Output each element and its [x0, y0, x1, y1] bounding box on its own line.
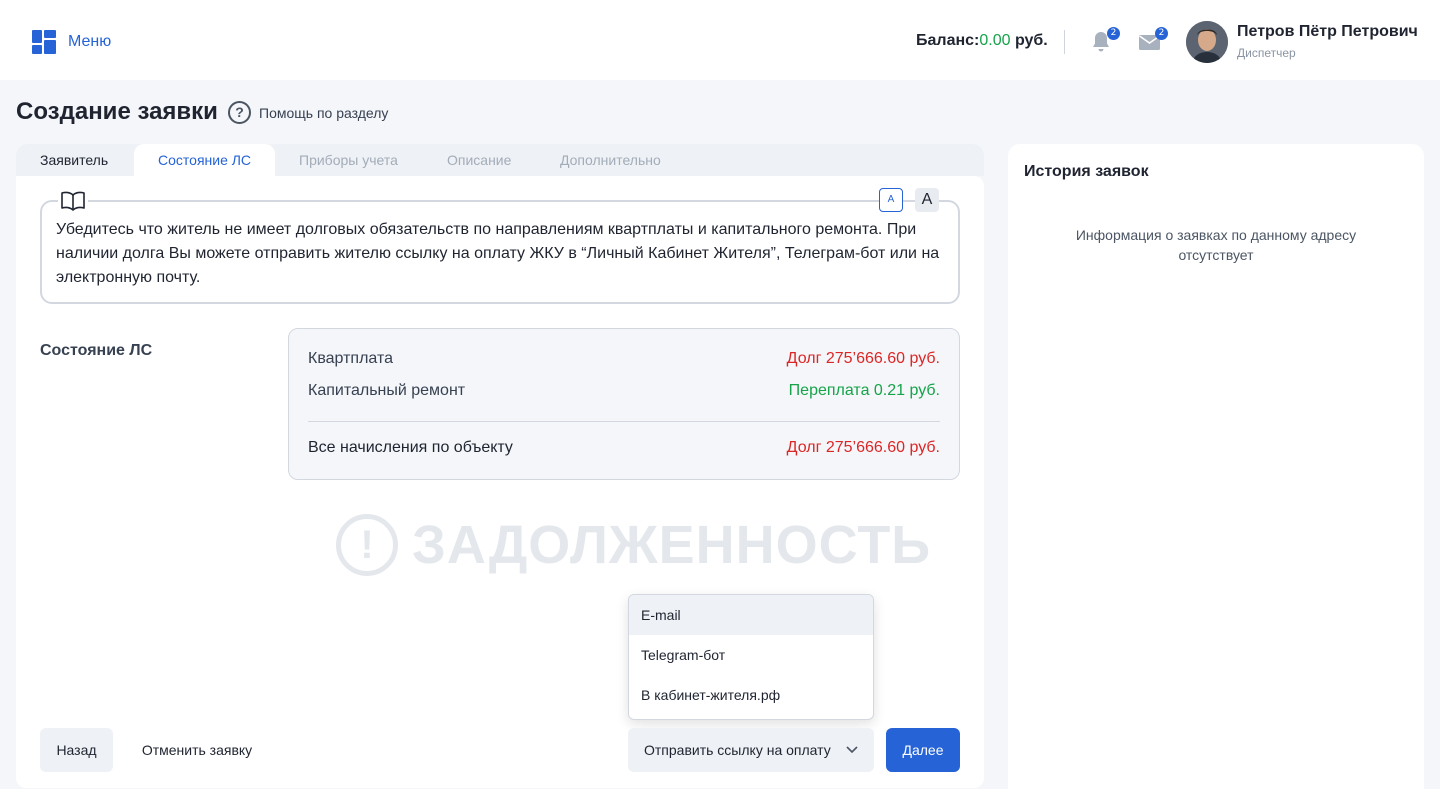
messages-badge: 2 [1155, 27, 1168, 40]
header-divider [1064, 30, 1065, 54]
help-link[interactable]: ? Помощь по разделу [228, 101, 388, 124]
account-divider [308, 421, 940, 422]
history-empty-text: Информация о заявках по данному адресу о… [1075, 227, 1357, 263]
menu-button[interactable]: Меню [32, 30, 111, 54]
tab-meters[interactable]: Приборы учета [275, 144, 422, 176]
notice-text: Убедитесь что житель не имеет долговых о… [56, 221, 940, 286]
account-status-box: Квартплата Долг 275’666.60 руб. Капиталь… [288, 328, 960, 480]
debt-watermark: ! ЗАДОЛЖЕННОСТЬ [336, 514, 931, 576]
tab-additional[interactable]: Дополнительно [536, 144, 685, 176]
cancel-request-button[interactable]: Отменить заявку [129, 728, 265, 772]
page-title: Создание заявки [16, 98, 218, 125]
account-row-value: Переплата 0.21 руб. [788, 382, 940, 399]
user-name: Петров Пётр Петрович [1237, 23, 1418, 40]
notifications-button[interactable]: 2 [1090, 27, 1120, 54]
book-icon [58, 190, 88, 212]
send-option-email[interactable]: E-mail [629, 595, 873, 635]
grid-icon [32, 30, 56, 54]
help-label: Помощь по разделу [259, 104, 389, 121]
font-size-large-button[interactable]: A [915, 188, 939, 212]
balance: Баланс:0.00 руб. [916, 32, 1048, 50]
balance-value: 0.00 [979, 32, 1011, 49]
send-payment-link-label: Отправить ссылку на оплату [644, 742, 831, 758]
question-icon: ? [228, 101, 251, 124]
account-row-value: Долг 275’666.60 руб. [786, 350, 940, 367]
tab-description[interactable]: Описание [423, 144, 535, 176]
balance-label: Баланс: [916, 32, 980, 49]
account-status-label: Состояние ЛС [40, 342, 153, 359]
notice-box: A A Убедитесь что житель не имеет долгов… [40, 188, 960, 304]
user-role: Диспетчер [1237, 46, 1296, 60]
send-link-dropdown: E-mail Telegram-бот В кабинет-жителя.рф [628, 594, 874, 720]
chevron-down-icon [846, 728, 858, 789]
account-total-row: Все начисления по объекту Долг 275’666.6… [308, 439, 940, 457]
account-row: Квартплата Долг 275’666.60 руб. [308, 350, 940, 368]
account-row: Капитальный ремонт Переплата 0.21 руб. [308, 382, 940, 400]
send-option-telegram[interactable]: Telegram-бот [629, 635, 873, 675]
menu-label: Меню [68, 33, 112, 50]
tab-applicant[interactable]: Заявитель [16, 144, 132, 176]
tab-account-status[interactable]: Состояние ЛС [134, 144, 276, 176]
account-total-value: Долг 275’666.60 руб. [786, 439, 940, 456]
account-total-name: Все начисления по объекту [308, 439, 513, 456]
next-button[interactable]: Далее [886, 728, 960, 772]
notifications-badge: 2 [1107, 27, 1120, 40]
step-tabs: Заявитель Состояние ЛС Приборы учета Опи… [16, 144, 984, 176]
font-size-small-button[interactable]: A [879, 188, 903, 212]
user-avatar[interactable] [1186, 21, 1228, 63]
history-title: История заявок [1024, 163, 1149, 180]
back-button[interactable]: Назад [40, 728, 113, 772]
watermark-text: ЗАДОЛЖЕННОСТЬ [412, 515, 932, 575]
messages-button[interactable]: 2 [1138, 27, 1168, 54]
avatar-image [1186, 21, 1228, 63]
send-option-cabinet[interactable]: В кабинет-жителя.рф [629, 675, 873, 715]
send-payment-link-button[interactable]: Отправить ссылку на оплату [628, 728, 874, 772]
exclamation-icon: ! [336, 514, 398, 576]
account-row-name: Квартплата [308, 350, 394, 367]
history-panel: История заявок Информация о заявках по д… [1008, 144, 1424, 789]
account-row-name: Капитальный ремонт [308, 382, 466, 399]
balance-currency: руб. [1014, 32, 1048, 49]
top-bar: Меню Баланс:0.00 руб. 2 2 Петров Пётр Пе… [0, 0, 1440, 80]
main-card: A A Убедитесь что житель не имеет долгов… [16, 176, 984, 788]
